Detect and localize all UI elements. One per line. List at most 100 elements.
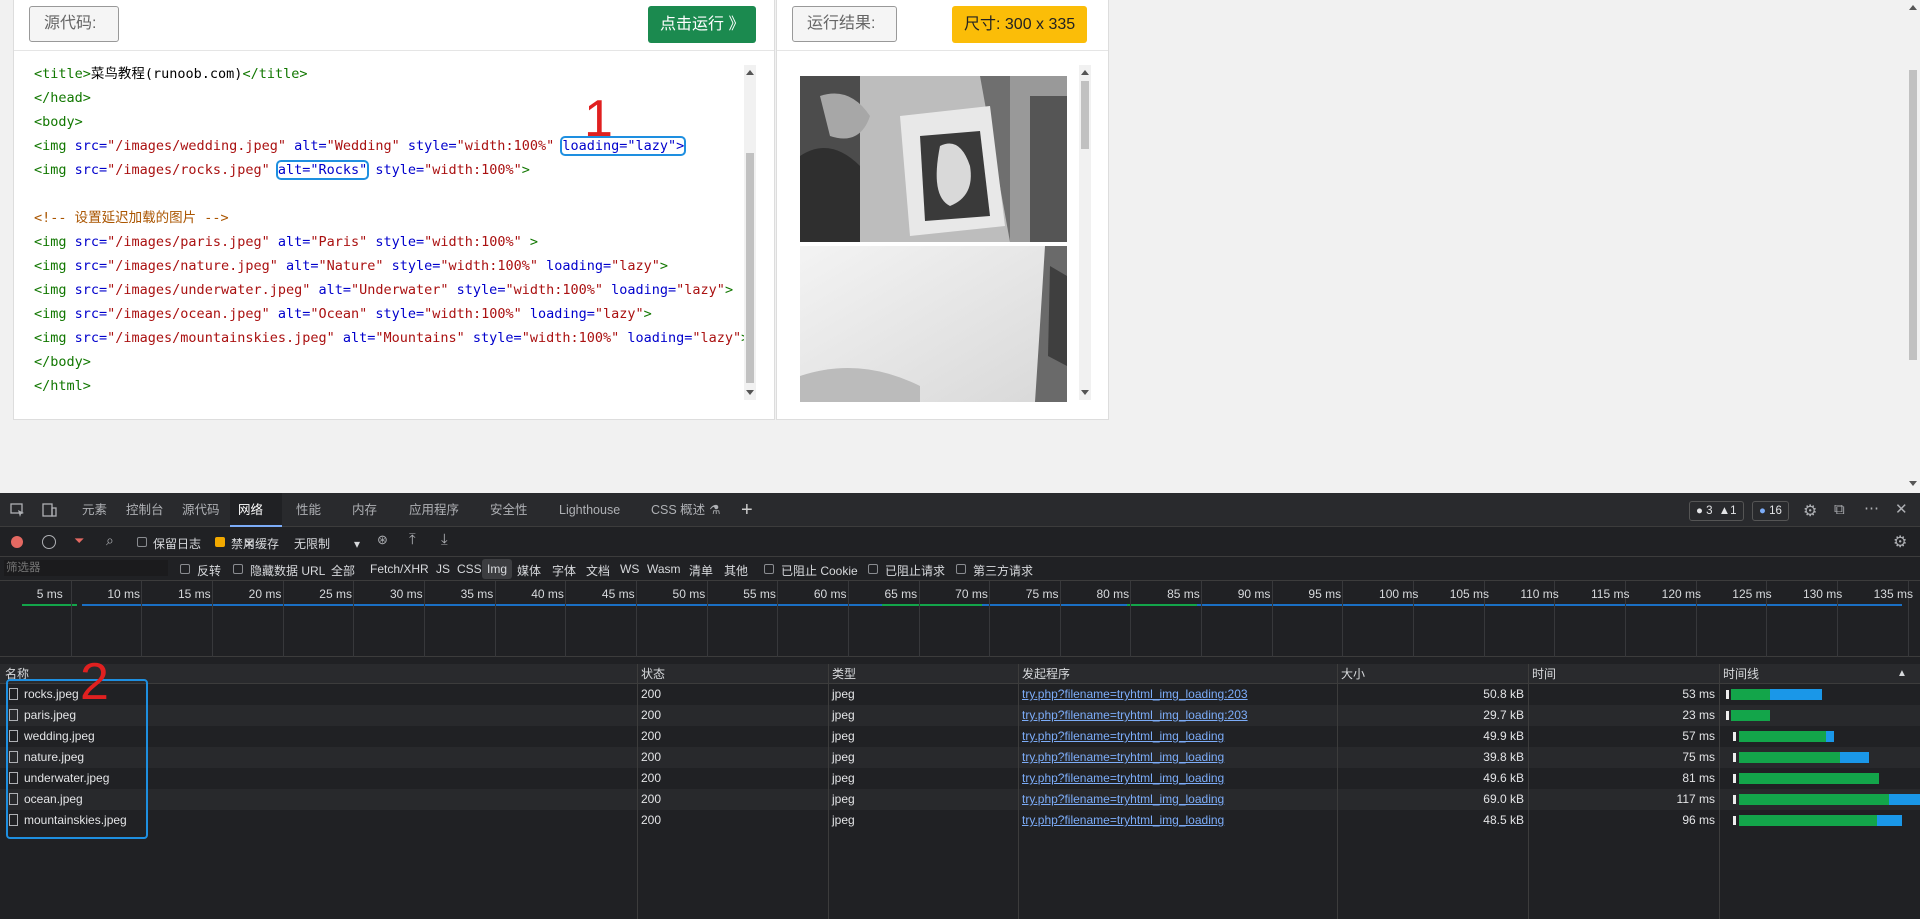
request-initiator[interactable]: try.php?filename=tryhtml_img_loading	[1022, 726, 1224, 747]
page-scroll-thumb[interactable]	[1909, 70, 1917, 360]
import-har-icon[interactable]: ⤒	[409, 531, 416, 548]
tab-memory[interactable]: 内存	[352, 493, 377, 527]
col-separator[interactable]	[1018, 664, 1019, 919]
filter-type-media[interactable]: 媒体	[517, 562, 541, 579]
col-type[interactable]: 类型	[832, 664, 856, 684]
code-line[interactable]: <img src="/images/rocks.jpeg" alt="Rocks…	[34, 158, 749, 182]
col-status[interactable]: 状态	[641, 664, 665, 684]
disable-cache-checkbox[interactable]	[215, 537, 225, 547]
blocked-cookies-checkbox[interactable]	[764, 564, 774, 574]
code-line[interactable]: <img src="/images/underwater.jpeg" alt="…	[34, 278, 749, 302]
filter-type-img[interactable]: Img	[482, 559, 513, 579]
filter-type-manifest[interactable]: 清单	[689, 562, 713, 579]
table-row[interactable]: ocean.jpeg 200 jpeg try.php?filename=tryhtm…	[0, 789, 1920, 810]
filter-type-wasm[interactable]: Wasm	[647, 562, 681, 576]
code-line[interactable]: </html>	[34, 374, 749, 398]
result-scroll-down-icon[interactable]	[1081, 390, 1089, 395]
filter-type-ws[interactable]: WS	[620, 562, 639, 576]
request-initiator[interactable]: try.php?filename=tryhtml_img_loading	[1022, 789, 1224, 810]
settings-gear-icon[interactable]: ⚙	[1803, 501, 1817, 521]
result-scroll-thumb[interactable]	[1081, 81, 1089, 149]
tab-application[interactable]: 应用程序	[409, 493, 459, 527]
tab-security[interactable]: 安全性	[490, 493, 528, 527]
tab-network[interactable]: 网络✕	[230, 493, 282, 551]
record-stop-icon[interactable]	[11, 536, 23, 548]
invert-checkbox[interactable]	[180, 564, 190, 574]
network-settings-gear-icon[interactable]: ⚙	[1893, 532, 1907, 552]
network-conditions-icon[interactable]: ⊛	[377, 532, 388, 548]
col-separator[interactable]	[637, 664, 638, 919]
table-row[interactable]: underwater.jpeg 200 jpeg try.php?filename=t…	[0, 768, 1920, 789]
scroll-up-arrow-icon[interactable]	[746, 70, 754, 75]
code-line[interactable]: <img src="/images/paris.jpeg" alt="Paris…	[34, 230, 749, 254]
dock-side-icon[interactable]: ⧉	[1834, 501, 1845, 518]
col-separator[interactable]	[1528, 664, 1529, 919]
request-initiator[interactable]: try.php?filename=tryhtml_img_loading	[1022, 747, 1224, 768]
code-line[interactable]: <!-- 设置延迟加载的图片 -->	[34, 206, 749, 230]
sort-ascending-icon[interactable]: ▲	[1897, 664, 1907, 684]
col-initiator[interactable]: 发起程序	[1022, 664, 1070, 684]
filter-type-all[interactable]: 全部	[331, 562, 355, 579]
page-scroll-up-icon[interactable]	[1909, 5, 1917, 10]
table-row[interactable]: rocks.jpeg 200 jpeg try.php?filename=tryhtm…	[0, 684, 1920, 705]
filter-type-doc[interactable]: 文档	[586, 562, 610, 579]
close-devtools-icon[interactable]: ✕	[1895, 500, 1908, 518]
tab-css-overview[interactable]: CSS 概述 ⚗	[651, 493, 720, 527]
table-row[interactable]: wedding.jpeg 200 jpeg try.php?filename=tryh…	[0, 726, 1920, 747]
filter-input[interactable]	[4, 560, 168, 576]
table-row[interactable]: nature.jpeg 200 jpeg try.php?filename=tryht…	[0, 747, 1920, 768]
code-line[interactable]: </head>	[34, 86, 749, 110]
network-overview-timeline[interactable]: 5 ms 10 ms 15 ms 20 ms 25 ms 30 ms 35 ms 40 ms 4…	[0, 581, 1920, 657]
col-separator[interactable]	[1719, 664, 1720, 919]
device-toolbar-icon[interactable]	[42, 503, 57, 517]
result-scrollbar[interactable]	[1079, 65, 1091, 400]
request-initiator[interactable]: try.php?filename=tryhtml_img_loading	[1022, 768, 1224, 789]
col-time[interactable]: 时间	[1532, 664, 1556, 684]
page-scrollbar[interactable]	[1905, 0, 1920, 493]
request-initiator[interactable]: try.php?filename=tryhtml_img_loading:203	[1022, 705, 1248, 726]
code-line[interactable]: </body>	[34, 350, 749, 374]
tab-elements[interactable]: 元素	[82, 493, 107, 527]
code-line[interactable]: <img src="/images/wedding.jpeg" alt="Wed…	[34, 134, 749, 158]
export-har-icon[interactable]: ⤓	[441, 531, 448, 548]
tab-console[interactable]: 控制台	[126, 493, 164, 527]
page-scroll-down-icon[interactable]	[1909, 481, 1917, 486]
add-tab-icon[interactable]: +	[741, 493, 753, 527]
col-separator[interactable]	[1337, 664, 1338, 919]
issues-counter[interactable]: ● 3 ▲1	[1689, 501, 1744, 521]
preserve-log-checkbox[interactable]	[137, 537, 147, 547]
filter-type-other[interactable]: 其他	[724, 562, 748, 579]
table-row[interactable]: mountainskies.jpeg 200 jpeg try.php?filenam…	[0, 810, 1920, 831]
request-initiator[interactable]: try.php?filename=tryhtml_img_loading:203	[1022, 684, 1248, 705]
code-line[interactable]: <img src="/images/ocean.jpeg" alt="Ocean…	[34, 302, 749, 326]
filter-funnel-icon[interactable]: ⏷	[74, 533, 84, 549]
col-waterfall[interactable]: 时间线	[1723, 664, 1759, 684]
search-icon[interactable]: ⌕	[106, 532, 114, 549]
more-options-icon[interactable]: ⋯	[1864, 499, 1879, 517]
filter-type-fetch-xhr[interactable]: Fetch/XHR	[370, 562, 429, 576]
filter-type-font[interactable]: 字体	[552, 562, 576, 579]
tab-performance[interactable]: 性能	[296, 493, 321, 527]
filter-type-js[interactable]: JS	[436, 562, 450, 576]
col-size[interactable]: 大小	[1341, 664, 1365, 684]
code-line[interactable]: <img src="/images/mountainskies.jpeg" al…	[34, 326, 749, 350]
hide-data-url-checkbox[interactable]	[233, 564, 243, 574]
col-separator[interactable]	[828, 664, 829, 919]
code-scrollbar[interactable]	[744, 65, 756, 400]
scroll-down-arrow-icon[interactable]	[746, 390, 754, 395]
clear-icon[interactable]	[42, 535, 56, 549]
blocked-requests-checkbox[interactable]	[868, 564, 878, 574]
scroll-thumb[interactable]	[746, 153, 754, 383]
throttle-select[interactable]: 无限制 ▾	[294, 535, 360, 552]
code-editor[interactable]: <title>菜鸟教程(runoob.com)</title> </head> <b…	[34, 62, 749, 398]
code-line[interactable]	[34, 182, 749, 206]
result-scroll-up-icon[interactable]	[1081, 70, 1089, 75]
request-initiator[interactable]: try.php?filename=tryhtml_img_loading	[1022, 810, 1224, 831]
inspect-element-icon[interactable]	[10, 503, 25, 517]
tab-lighthouse[interactable]: Lighthouse	[559, 493, 620, 527]
tab-sources[interactable]: 源代码	[182, 493, 220, 527]
code-line[interactable]: <img src="/images/nature.jpeg" alt="Natu…	[34, 254, 749, 278]
table-row[interactable]: paris.jpeg 200 jpeg try.php?filename=tryhtm…	[0, 705, 1920, 726]
messages-counter[interactable]: ● 16	[1752, 501, 1789, 521]
filter-type-css[interactable]: CSS	[457, 562, 482, 576]
